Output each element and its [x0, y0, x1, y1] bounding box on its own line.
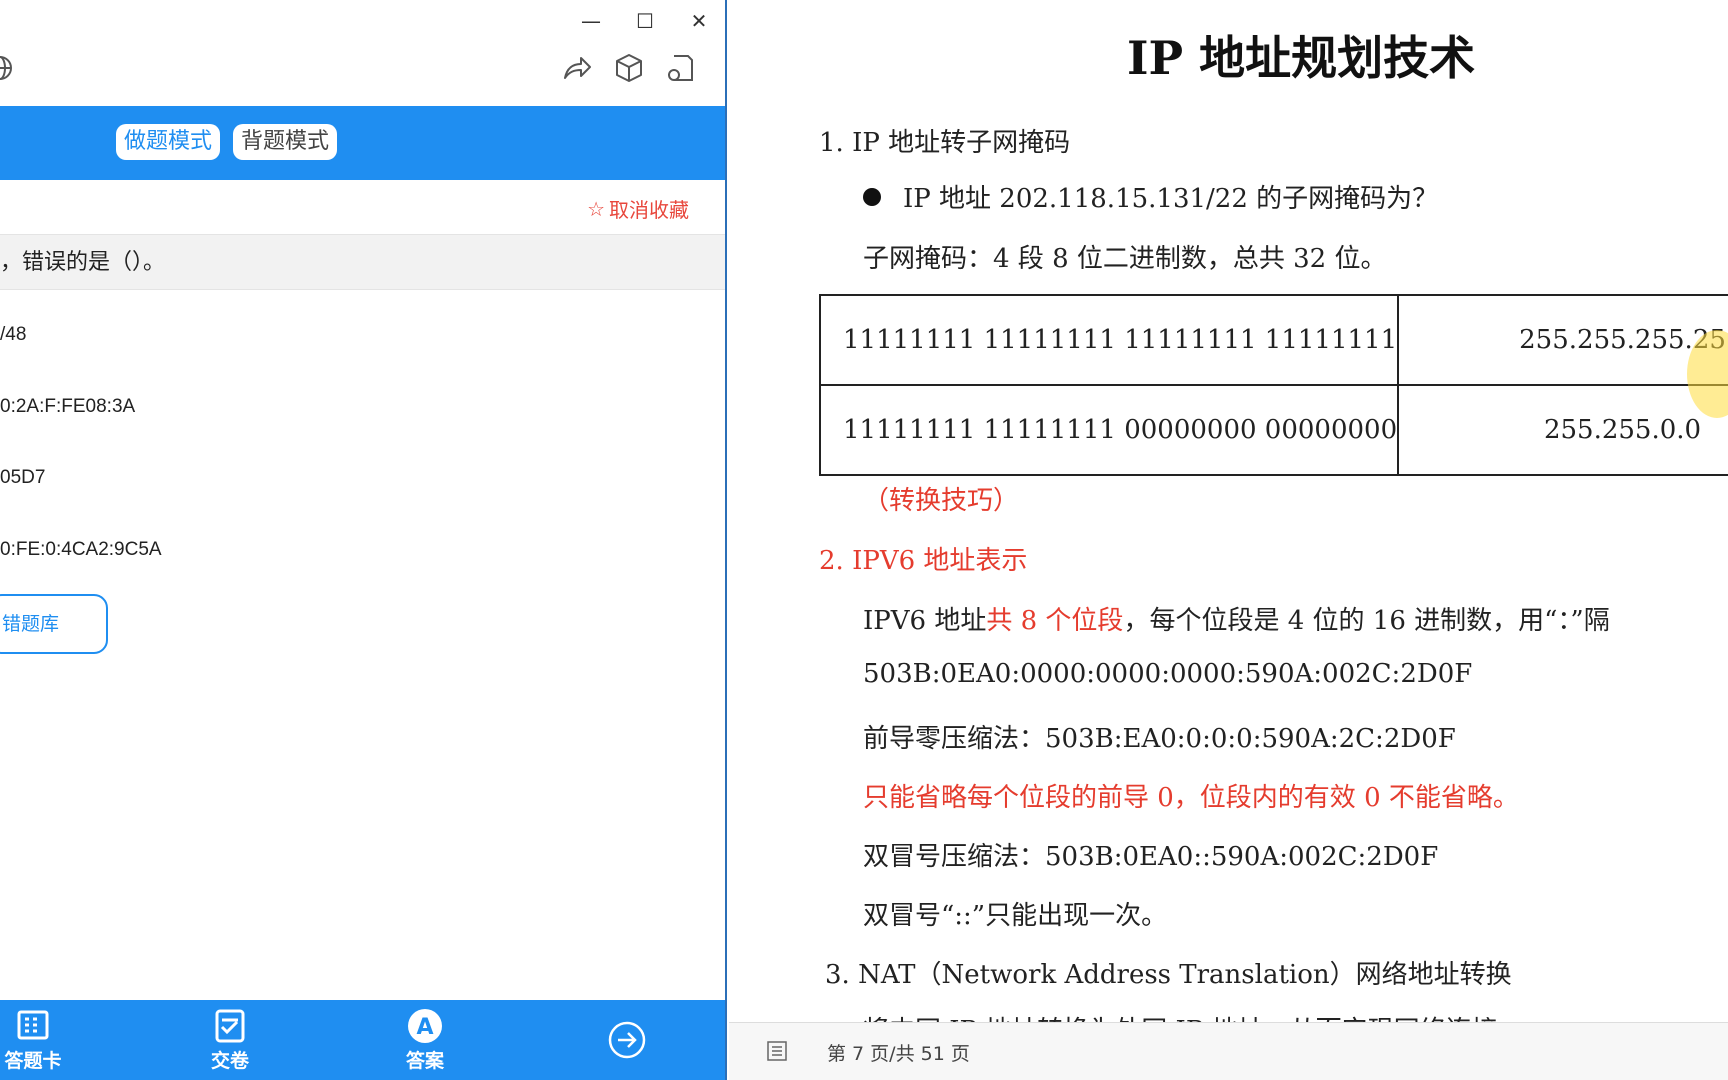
double-colon-rule: 双冒号“::”只能出现一次。: [863, 901, 1168, 931]
table-cell-binary: 11111111 11111111 00000000 00000000: [818, 384, 1400, 476]
mode-bar: 做题模式 背题模式: [0, 106, 725, 180]
minimize-button[interactable]: —: [576, 8, 606, 34]
pdf-viewer: IP 地址规划技术 1. IP 地址转子网掩码 IP 地址 202.118.15…: [729, 0, 1728, 1080]
star-icon: ☆: [587, 196, 605, 221]
table-row: 11111111 11111111 00000000 00000000 255.…: [818, 384, 1728, 476]
bullet-text: IP 地址 202.118.15.131/22 的子网掩码为？: [903, 184, 1439, 214]
answer-card-button[interactable]: 答题卡: [0, 1006, 78, 1073]
answer-card-icon: [17, 1010, 49, 1040]
cube-icon[interactable]: [611, 50, 647, 86]
ipv6-desc-part-b: 共 8 个位段: [986, 606, 1124, 636]
double-colon-compression: 双冒号压缩法：503B:0EA0::590A:002C:2D0F: [863, 842, 1439, 872]
next-question-arrow-icon[interactable]: [607, 1020, 647, 1060]
answer-card-label: 答题卡: [4, 1050, 62, 1072]
option-b[interactable]: 0:2A:F:FE08:3A: [0, 396, 135, 418]
toolbar: [0, 42, 725, 104]
maximize-button[interactable]: ☐: [630, 8, 660, 34]
practice-mode-button[interactable]: 做题模式: [116, 124, 221, 160]
submit-paper-button[interactable]: 交卷: [185, 1006, 275, 1073]
favorite-row: ☆ 取消收藏: [0, 182, 725, 234]
answer-label: 答案: [405, 1050, 444, 1072]
export-doc-icon[interactable]: [662, 50, 698, 86]
unfavorite-button[interactable]: ☆ 取消收藏: [587, 194, 689, 223]
conversion-tip: （转换技巧）: [863, 486, 1020, 516]
option-a[interactable]: /48: [0, 324, 26, 346]
table-row: 11111111 11111111 11111111 11111111 255.…: [818, 294, 1728, 386]
submit-paper-icon: [215, 1009, 245, 1043]
ipv6-desc-part-a: IPV6 地址: [863, 606, 987, 636]
memorize-mode-button[interactable]: 背题模式: [233, 124, 338, 160]
status-bar: 第 7 页/共 51 页: [729, 1022, 1728, 1080]
document-title: IP 地址规划技术: [1127, 31, 1476, 85]
section-3-cut-line: 将内网 IP 地址转换为外网 IP 地址，从而实现网络连接: [863, 1010, 1498, 1022]
close-button[interactable]: ✕: [684, 8, 714, 34]
question-text: ，错误的是（）。: [0, 234, 725, 290]
ipv6-full-address: 503B:0EA0:0000:0000:0000:590A:002C:2D0F: [863, 659, 1473, 689]
unfavorite-label: 取消收藏: [609, 198, 689, 222]
document-page: IP 地址规划技术 1. IP 地址转子网掩码 IP 地址 202.118.15…: [729, 0, 1728, 1022]
subnet-mask-note: 子网掩码：4 段 8 位二进制数，总共 32 位。: [863, 244, 1387, 274]
answer-icon: A: [408, 1009, 442, 1043]
leading-zero-rule: 只能省略每个位段的前导 0，位段内的有效 0 不能省略。: [863, 783, 1519, 813]
option-c[interactable]: 05D7: [0, 467, 45, 489]
show-answer-button[interactable]: A 答案: [380, 1006, 470, 1073]
share-icon[interactable]: [559, 50, 595, 86]
option-d[interactable]: 0:FE:0:4CA2:9C5A: [0, 539, 162, 561]
ipv6-desc-part-c: ，每个位段是 4 位的 16 进制数，用“：”隔: [1123, 606, 1610, 636]
section-1-heading: 1. IP 地址转子网掩码: [819, 128, 1071, 158]
table-cell-binary: 11111111 11111111 11111111 11111111: [818, 294, 1400, 386]
bullet-icon: [863, 188, 881, 206]
quiz-app-window: — ☐ ✕ 做题模式 背题模式 ☆ 取消收藏 ，错误的是（）。 /48 0:2A…: [0, 0, 727, 1080]
page-indicator: 第 7 页/共 51 页: [827, 1043, 970, 1065]
submit-paper-label: 交卷: [210, 1050, 249, 1072]
svg-text:A: A: [416, 1015, 433, 1040]
section-1-bullet: IP 地址 202.118.15.131/22 的子网掩码为？: [863, 178, 1438, 215]
leading-zero-compression: 前导零压缩法：503B:EA0:0:0:0:590A:2C:2D0F: [863, 724, 1456, 754]
page-list-icon[interactable]: [765, 1039, 789, 1063]
bottom-nav: 答题卡 交卷 A 答案: [0, 1000, 725, 1080]
table-cell-decimal: 255.255.0.0: [1397, 384, 1728, 476]
subnet-mask-table: 11111111 11111111 11111111 11111111 255.…: [818, 294, 1728, 476]
ipv6-description: IPV6 地址共 8 个位段，每个位段是 4 位的 16 进制数，用“：”隔: [863, 600, 1610, 637]
wrong-question-bank-button[interactable]: 错题库: [0, 594, 108, 654]
title-bar: — ☐ ✕: [0, 0, 725, 42]
section-3-heading: 3. NAT（Network Address Translation）网络地址转…: [825, 960, 1512, 990]
table-cell-decimal: 255.255.255.25: [1397, 294, 1728, 386]
section-2-heading: 2. IPV6 地址表示: [819, 546, 1028, 576]
globe-icon[interactable]: [0, 50, 18, 86]
